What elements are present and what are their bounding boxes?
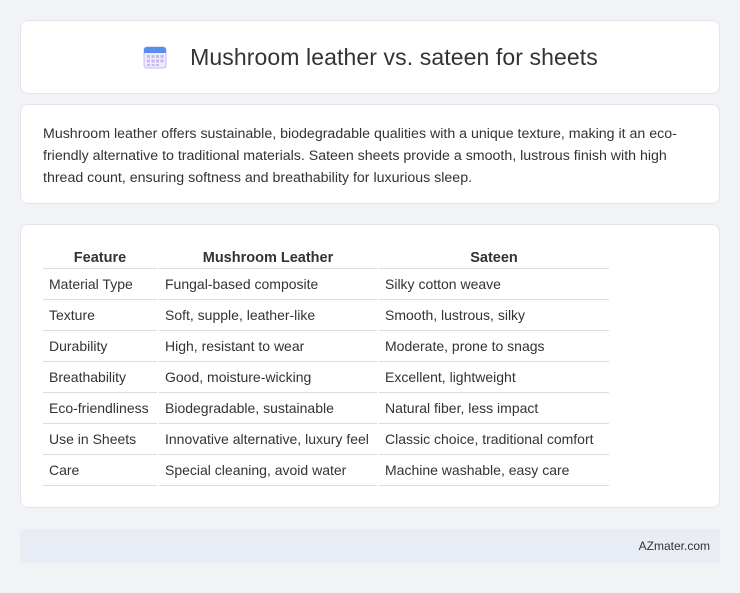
intro-card: Mushroom leather offers sustainable, bio… xyxy=(20,104,720,204)
cell-sateen: Silky cotton weave xyxy=(379,269,609,300)
footer-bar: AZmater.com xyxy=(20,529,720,563)
cell-feature: Durability xyxy=(43,331,157,362)
cell-feature: Care xyxy=(43,455,157,486)
header-mushroom-leather: Mushroom Leather xyxy=(159,247,377,269)
table-row: Eco-friendliness Biodegradable, sustaina… xyxy=(43,393,609,424)
cell-mushroom-leather: Biodegradable, sustainable xyxy=(159,393,377,424)
cell-mushroom-leather: Good, moisture-wicking xyxy=(159,362,377,393)
comparison-table: Feature Mushroom Leather Sateen Material… xyxy=(41,247,611,486)
header-sateen: Sateen xyxy=(379,247,609,269)
cell-sateen: Classic choice, traditional comfort xyxy=(379,424,609,455)
cell-sateen: Machine washable, easy care xyxy=(379,455,609,486)
cell-sateen: Moderate, prone to snags xyxy=(379,331,609,362)
footer-site-name: AZmater.com xyxy=(638,539,710,553)
table-header-row: Feature Mushroom Leather Sateen xyxy=(43,247,609,269)
cell-mushroom-leather: Special cleaning, avoid water xyxy=(159,455,377,486)
cell-feature: Texture xyxy=(43,300,157,331)
cell-mushroom-leather: High, resistant to wear xyxy=(159,331,377,362)
header-feature: Feature xyxy=(43,247,157,269)
table-row: Breathability Good, moisture-wicking Exc… xyxy=(43,362,609,393)
table-row: Care Special cleaning, avoid water Machi… xyxy=(43,455,609,486)
cell-feature: Breathability xyxy=(43,362,157,393)
cell-mushroom-leather: Innovative alternative, luxury feel xyxy=(159,424,377,455)
cell-sateen: Smooth, lustrous, silky xyxy=(379,300,609,331)
table-row: Material Type Fungal-based composite Sil… xyxy=(43,269,609,300)
calendar-icon xyxy=(143,46,167,69)
title-card: Mushroom leather vs. sateen for sheets xyxy=(20,20,720,94)
cell-feature: Use in Sheets xyxy=(43,424,157,455)
page-title: Mushroom leather vs. sateen for sheets xyxy=(190,43,598,70)
table-row: Use in Sheets Innovative alternative, lu… xyxy=(43,424,609,455)
cell-feature: Eco-friendliness xyxy=(43,393,157,424)
table-row: Texture Soft, supple, leather-like Smoot… xyxy=(43,300,609,331)
table-row: Durability High, resistant to wear Moder… xyxy=(43,331,609,362)
comparison-card: Feature Mushroom Leather Sateen Material… xyxy=(20,224,720,508)
cell-feature: Material Type xyxy=(43,269,157,300)
cell-sateen: Natural fiber, less impact xyxy=(379,393,609,424)
intro-paragraph: Mushroom leather offers sustainable, bio… xyxy=(43,126,677,186)
cell-mushroom-leather: Fungal-based composite xyxy=(159,269,377,300)
cell-mushroom-leather: Soft, supple, leather-like xyxy=(159,300,377,331)
cell-sateen: Excellent, lightweight xyxy=(379,362,609,393)
title-wrap: Mushroom leather vs. sateen for sheets xyxy=(142,44,598,71)
